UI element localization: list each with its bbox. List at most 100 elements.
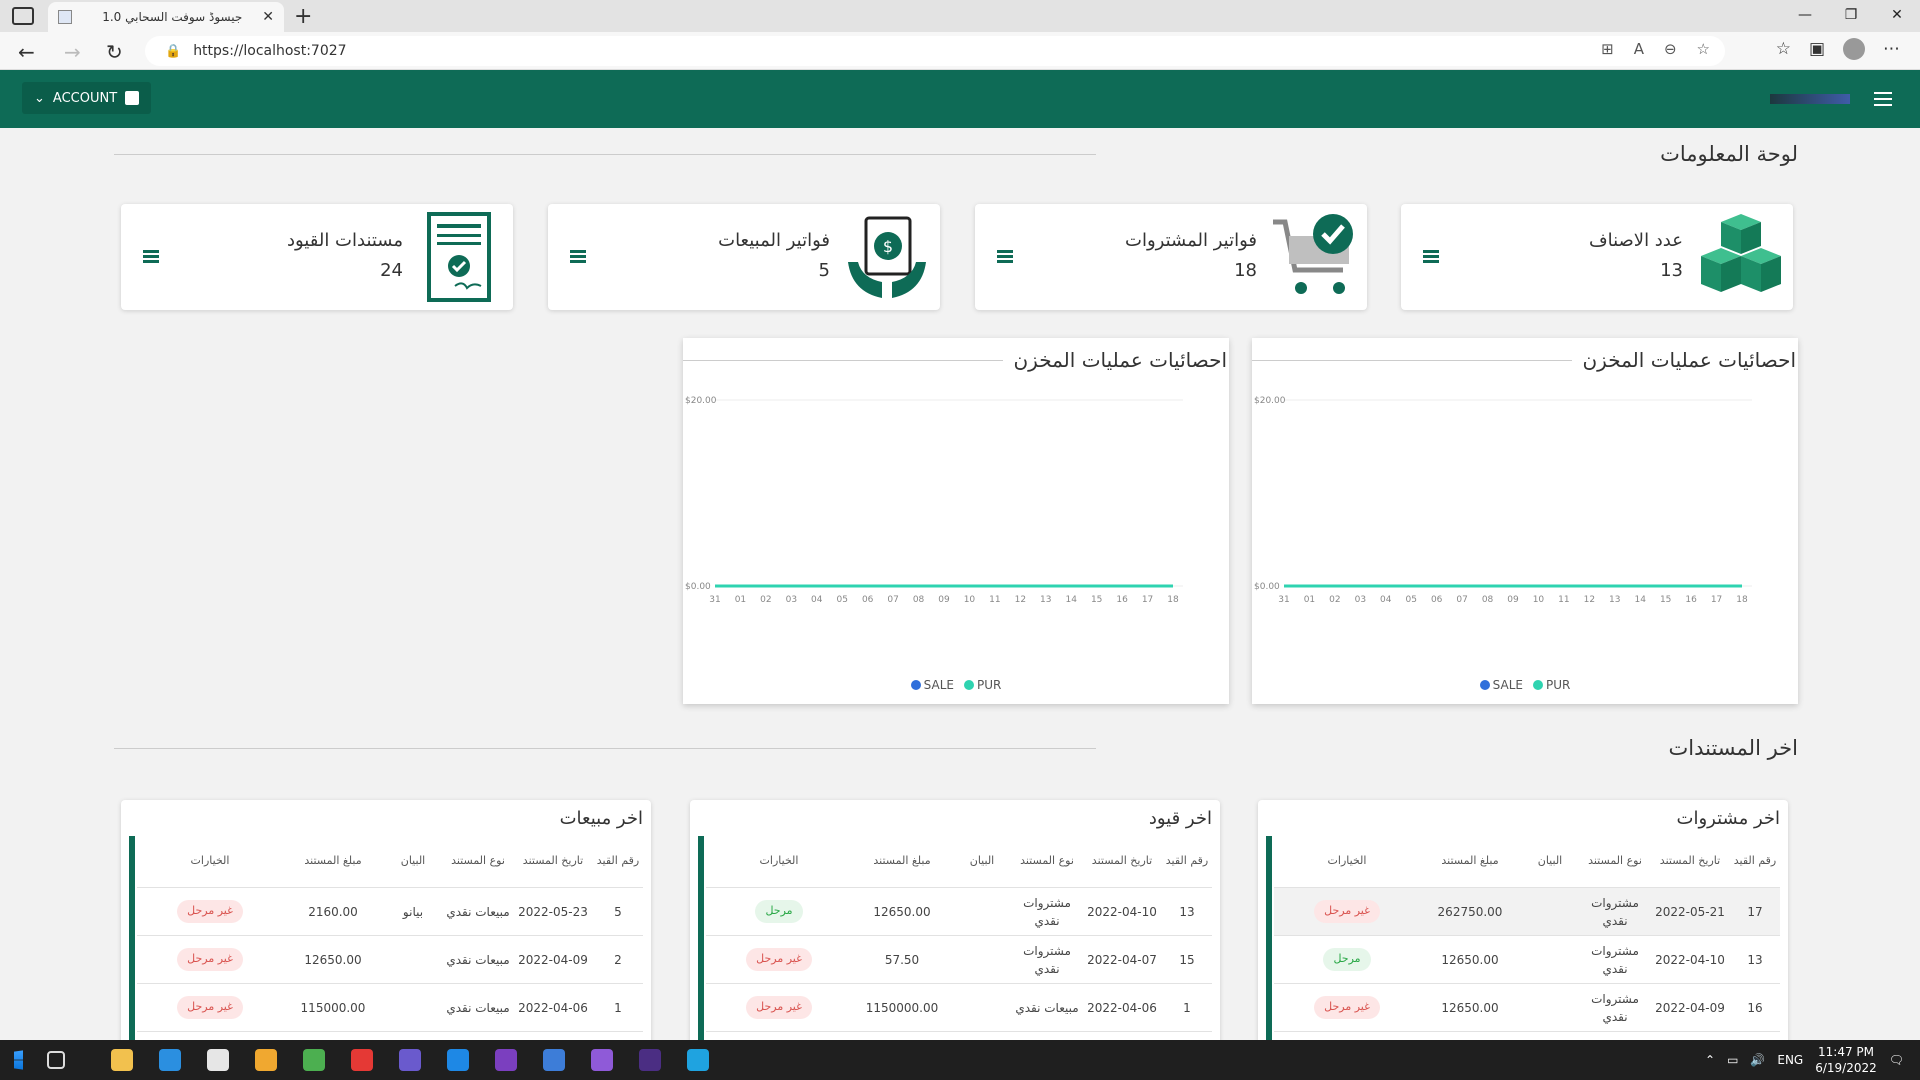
tab-close-icon[interactable]: ✕ xyxy=(262,9,274,25)
cell-id: 13 xyxy=(1179,904,1195,919)
legend-pur[interactable]: PUR xyxy=(963,678,1001,692)
list-icon[interactable] xyxy=(143,250,159,264)
column-header[interactable]: البيان xyxy=(952,853,1012,870)
table-row[interactable]: 16 2022-04-09 مشتروات نقدي 12650.00 غير مرحل xyxy=(1274,984,1780,1032)
legend-sale-dot xyxy=(910,680,921,690)
cell-type: مبيعات نقدي xyxy=(446,952,510,967)
tray-chevron-icon[interactable]: ⌃ xyxy=(1705,1053,1715,1067)
app-navbar: ⌄ ACCOUNT xyxy=(0,70,1920,128)
collections-icon[interactable]: ▣ xyxy=(1809,39,1825,59)
restore-button[interactable]: ❐ xyxy=(1828,0,1874,32)
status-badge[interactable]: مرحل xyxy=(1323,948,1371,971)
tab-actions-icon[interactable] xyxy=(12,7,34,25)
cell-id: 13 xyxy=(1747,952,1763,967)
zoom-icon[interactable]: ⊖ xyxy=(1664,40,1677,58)
column-header[interactable]: نوع المستند xyxy=(1580,853,1650,870)
table-row[interactable]: 1 2022-04-06 مبيعات نقدي 115000.00 غير مرحل xyxy=(137,984,643,1032)
more-icon[interactable]: ⋯ xyxy=(1883,39,1900,59)
column-header[interactable]: نوع المستند xyxy=(443,853,513,870)
documents-table-card: اخر مشتروات رقم القيد تاريخ المستند نوع الم… xyxy=(1258,800,1788,1045)
vscode-icon[interactable] xyxy=(159,1049,181,1071)
table-row[interactable]: 13 2022-04-10 مشتروات نقدي 12650.00 مرحل xyxy=(1274,936,1780,984)
cell-options: غير مرحل xyxy=(137,996,283,1019)
browser-tab[interactable]: جيسوڈ سوفت السحابي 1.0 ✕ xyxy=(48,2,284,32)
notepad-icon[interactable] xyxy=(255,1049,277,1071)
cell-amount: 1150000.00 xyxy=(865,1000,939,1015)
table-row[interactable]: 1 2022-04-06 مبيعات نقدي 1150000.00 غير مرحل xyxy=(706,984,1212,1032)
editor-icon[interactable] xyxy=(207,1049,229,1071)
volume-icon[interactable]: 🔊 xyxy=(1750,1053,1765,1067)
terminal-icon[interactable] xyxy=(639,1049,661,1071)
status-badge[interactable]: غير مرحل xyxy=(177,900,243,923)
status-badge[interactable]: غير مرحل xyxy=(1314,996,1380,1019)
column-header[interactable]: رقم القيد xyxy=(593,853,643,870)
column-header[interactable]: الخيارات xyxy=(137,853,283,870)
minimize-button[interactable]: — xyxy=(1782,0,1828,32)
app-available-icon[interactable]: ⊞ xyxy=(1601,40,1614,58)
column-header[interactable]: مبلغ المستند xyxy=(283,853,383,870)
edge-icon[interactable] xyxy=(447,1049,469,1071)
xampp-icon[interactable] xyxy=(351,1049,373,1071)
notifications-icon[interactable]: 🗨 xyxy=(1889,1053,1904,1067)
column-header[interactable]: البيان xyxy=(383,853,443,870)
back-icon[interactable]: ← xyxy=(18,40,35,64)
status-badge[interactable]: غير مرحل xyxy=(177,948,243,971)
url-field[interactable]: 🔒 https://localhost:7027 xyxy=(145,36,1725,66)
legend-pur[interactable]: PUR xyxy=(1532,678,1570,692)
sublime-icon[interactable] xyxy=(495,1049,517,1071)
column-header[interactable]: تاريخ المستند xyxy=(1082,853,1162,870)
app14-icon[interactable] xyxy=(543,1049,565,1071)
stat-label: مستندات القيود xyxy=(286,230,403,251)
column-header[interactable]: تاريخ المستند xyxy=(513,853,593,870)
hamburger-menu-icon[interactable] xyxy=(1874,88,1892,110)
cell-type: مبيعات نقدي xyxy=(446,904,510,919)
table-row[interactable]: 17 2022-05-21 مشتروات نقدي 262750.00 غير مرح… xyxy=(1274,888,1780,936)
list-icon[interactable] xyxy=(997,250,1013,264)
column-header[interactable]: مبلغ المستند xyxy=(1420,853,1520,870)
table-row[interactable]: 5 2022-05-23 مبيعات نقدي بيانو 2160.00 غير مر… xyxy=(137,888,643,936)
battery-icon[interactable]: ▭ xyxy=(1727,1053,1738,1067)
x-tick-label: 15 xyxy=(1091,595,1102,605)
list-icon[interactable] xyxy=(570,250,586,264)
x-tick-label: 05 xyxy=(836,595,847,605)
forward-icon[interactable]: → xyxy=(64,40,81,64)
status-badge[interactable]: غير مرحل xyxy=(177,996,243,1019)
column-header[interactable]: الخيارات xyxy=(1274,853,1420,870)
visual-studio-icon[interactable] xyxy=(591,1049,613,1071)
legend-sale[interactable]: SALE xyxy=(1479,678,1523,692)
column-header[interactable]: مبلغ المستند xyxy=(852,853,952,870)
chrome-icon[interactable] xyxy=(303,1049,325,1071)
lang-indicator[interactable]: ENG xyxy=(1777,1053,1803,1067)
status-badge[interactable]: غير مرحل xyxy=(1314,900,1380,923)
table-row[interactable]: 15 2022-04-07 مشتروات نقدي 57.50 غير مرحل xyxy=(706,936,1212,984)
column-header[interactable]: تاريخ المستند xyxy=(1650,853,1730,870)
windows-start-icon[interactable] xyxy=(14,1050,23,1070)
column-header[interactable]: رقم القيد xyxy=(1162,853,1212,870)
column-header[interactable]: رقم القيد xyxy=(1730,853,1780,870)
cell-type: مبيعات نقدي xyxy=(1015,1000,1079,1015)
list-icon[interactable] xyxy=(1423,250,1439,264)
cell-date: 2022-04-09 xyxy=(518,952,588,967)
favorite-icon[interactable]: ☆ xyxy=(1697,40,1710,58)
column-header[interactable]: الخيارات xyxy=(706,853,852,870)
favorites-icon[interactable]: ☆ xyxy=(1776,39,1791,59)
close-window-button[interactable]: ✕ xyxy=(1874,0,1920,32)
status-badge[interactable]: غير مرحل xyxy=(746,996,812,1019)
column-header[interactable]: البيان xyxy=(1520,853,1580,870)
status-badge[interactable]: مرحل xyxy=(755,900,803,923)
refresh-icon[interactable]: ↻ xyxy=(106,40,123,64)
legend-sale[interactable]: SALE xyxy=(910,678,954,692)
edge-dev-icon[interactable] xyxy=(687,1049,709,1071)
read-aloud-icon[interactable]: A xyxy=(1634,40,1644,58)
new-tab-button[interactable]: + xyxy=(294,4,312,29)
profile-avatar[interactable] xyxy=(1843,38,1865,60)
table-row[interactable]: 2 2022-04-09 مبيعات نقدي 12650.00 غير مرحل xyxy=(137,936,643,984)
task-view-icon[interactable] xyxy=(47,1051,65,1069)
table-row[interactable]: 13 2022-04-10 مشتروات نقدي 12650.00 مرحل xyxy=(706,888,1212,936)
status-badge[interactable]: غير مرحل xyxy=(746,948,812,971)
clock[interactable]: 11:47 PM 6/19/2022 xyxy=(1815,1044,1877,1076)
file-explorer-icon[interactable] xyxy=(111,1049,133,1071)
account-button[interactable]: ⌄ ACCOUNT xyxy=(22,82,152,114)
app-icon[interactable] xyxy=(399,1049,421,1071)
column-header[interactable]: نوع المستند xyxy=(1012,853,1082,870)
